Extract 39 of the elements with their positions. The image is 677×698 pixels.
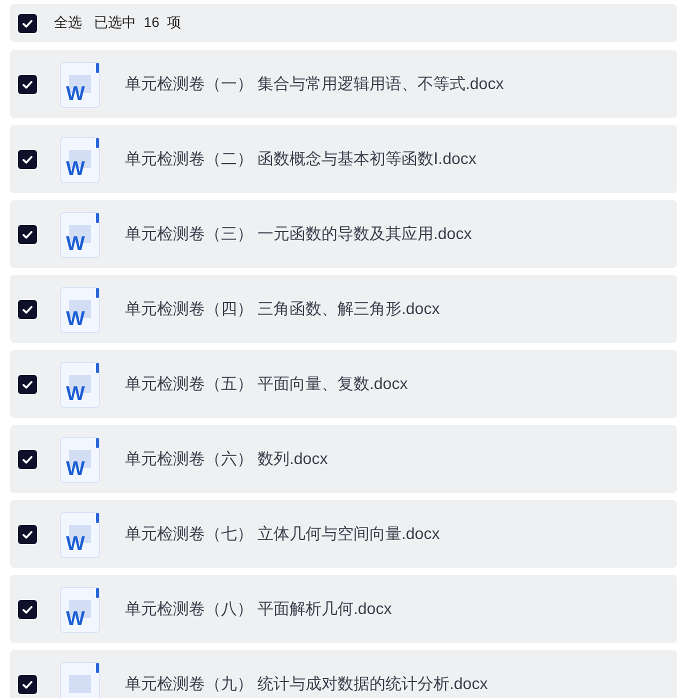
word-file-icon: W (60, 512, 100, 558)
word-file-icon (60, 662, 100, 698)
file-row[interactable]: W 单元检测卷（四） 三角函数、解三角形.docx (10, 275, 677, 343)
checkbox[interactable] (18, 374, 37, 394)
file-row[interactable]: W 单元检测卷（一） 集合与常用逻辑用语、不等式.docx (10, 50, 677, 118)
checkbox[interactable] (18, 224, 37, 244)
checkbox[interactable] (18, 600, 37, 618)
file-row[interactable]: W 单元检测卷（三） 一元函数的导数及其应用.docx (10, 200, 677, 268)
checkbox[interactable] (18, 524, 37, 544)
file-name: 单元检测卷（五） 平面向量、复数.docx (125, 374, 408, 394)
file-row[interactable]: W 单元检测卷（六） 数列.docx (10, 425, 677, 493)
checkbox[interactable] (18, 300, 37, 318)
checkbox[interactable] (18, 74, 37, 94)
checkbox[interactable] (18, 674, 37, 694)
file-name: 单元检测卷（七） 立体几何与空间向量.docx (125, 524, 440, 544)
file-row[interactable]: 单元检测卷（九） 统计与成对数据的统计分析.docx (10, 650, 677, 698)
file-row[interactable]: W 单元检测卷（五） 平面向量、复数.docx (10, 350, 677, 418)
word-file-icon: W (60, 137, 100, 183)
word-file-icon: W (60, 212, 100, 258)
file-name: 单元检测卷（一） 集合与常用逻辑用语、不等式.docx (125, 74, 504, 94)
word-file-icon: W (60, 62, 100, 108)
word-file-icon: W (60, 362, 100, 408)
file-row[interactable]: W 单元检测卷（七） 立体几何与空间向量.docx (10, 500, 677, 568)
file-row[interactable]: W 单元检测卷（八） 平面解析几何.docx (10, 575, 677, 643)
file-name: 单元检测卷（八） 平面解析几何.docx (125, 600, 392, 620)
file-name: 单元检测卷（九） 统计与成对数据的统计分析.docx (125, 674, 488, 694)
checkbox[interactable] (18, 14, 37, 32)
checkbox[interactable] (18, 450, 37, 468)
file-name: 单元检测卷（三） 一元函数的导数及其应用.docx (125, 224, 472, 244)
word-file-icon: W (60, 437, 100, 483)
file-row[interactable]: W 单元检测卷（二） 函数概念与基本初等函数Ⅰ.docx (10, 125, 677, 193)
select-all-label[interactable]: 全选 (54, 14, 82, 32)
file-name: 单元检测卷（六） 数列.docx (125, 450, 328, 470)
selection-count: 已选中 16 项 (94, 14, 182, 32)
word-file-icon: W (60, 287, 100, 333)
word-file-icon: W (60, 587, 100, 633)
file-name: 单元检测卷（四） 三角函数、解三角形.docx (125, 300, 440, 320)
checkbox[interactable] (18, 150, 37, 168)
file-name: 单元检测卷（二） 函数概念与基本初等函数Ⅰ.docx (125, 150, 476, 170)
